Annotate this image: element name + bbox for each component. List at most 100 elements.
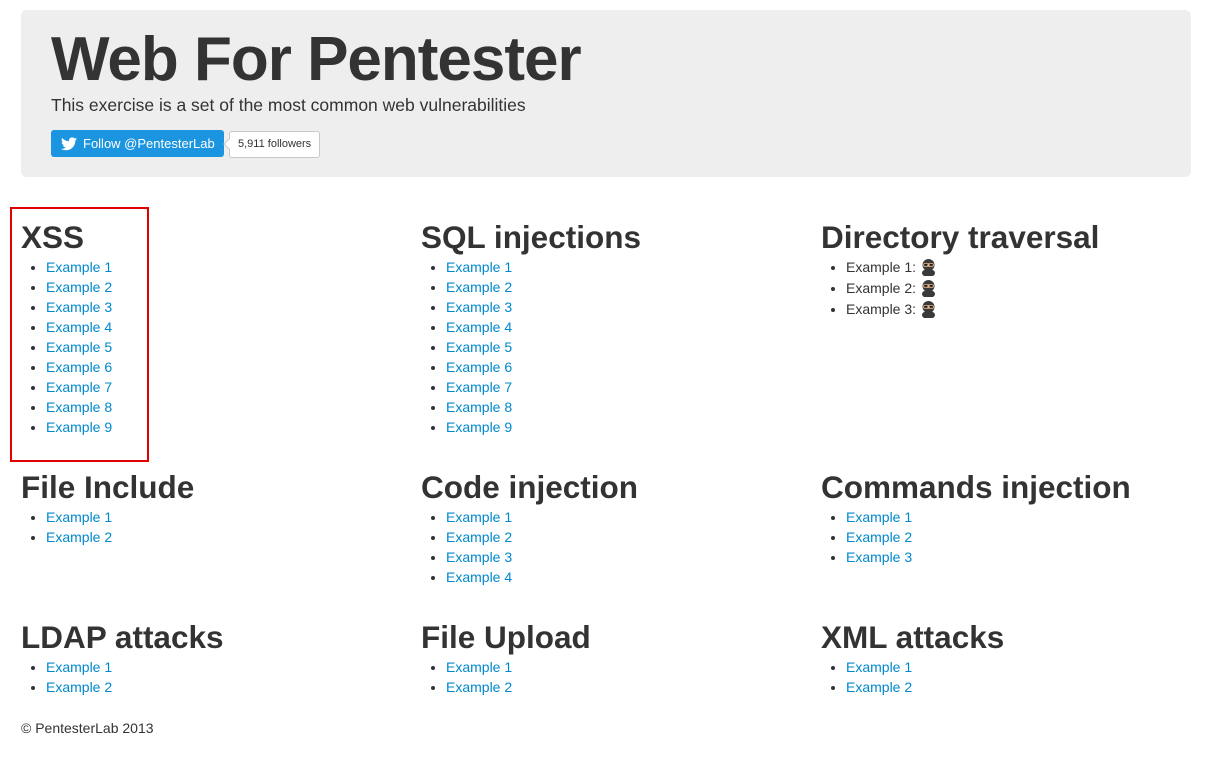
list-item: Example 1 [446,507,801,527]
list-item: Example 4 [446,317,801,337]
section-code-injection: Code injection Example 1 Example 2 Examp… [421,467,801,587]
list-item: Example 8 [46,397,401,417]
list-item: Example 2 [846,527,1201,547]
ninja-icon[interactable] [921,279,936,298]
file-include-example-link[interactable]: Example 1 [46,509,112,525]
ldap-example-link[interactable]: Example 1 [46,659,112,675]
list-item: Example 9 [46,417,401,437]
sql-example-link[interactable]: Example 1 [446,259,512,275]
list-item: Example 4 [46,317,401,337]
section-title-xml-attacks: XML attacks [821,619,1005,655]
page-title: Web For Pentester [51,25,582,94]
file-upload-example-link[interactable]: Example 2 [446,679,512,695]
sql-examples-list: Example 1 Example 2 Example 3 Example 4 … [421,257,801,437]
xss-example-link[interactable]: Example 9 [46,419,112,435]
file-upload-list: Example 1 Example 2 [421,657,801,697]
section-file-upload: File Upload Example 1 Example 2 [421,617,801,697]
xss-example-link[interactable]: Example 6 [46,359,112,375]
xml-example-link[interactable]: Example 2 [846,679,912,695]
section-commands-injection: Commands injection Example 1 Example 2 E… [821,467,1201,567]
ninja-icon[interactable] [921,258,936,277]
file-include-list: Example 1 Example 2 [21,507,401,547]
sql-example-link[interactable]: Example 5 [446,339,512,355]
section-title-file-include: File Include [21,469,195,505]
sql-example-link[interactable]: Example 8 [446,399,512,415]
section-title-code-injection: Code injection [421,469,639,505]
twitter-bird-icon [61,136,77,150]
section-directory-traversal: Directory traversal Example 1: Example 2… [821,217,1201,320]
code-injection-example-link[interactable]: Example 1 [446,509,512,525]
list-item: Example 3 [46,297,401,317]
sql-example-link[interactable]: Example 2 [446,279,512,295]
page-subtitle: This exercise is a set of the most commo… [51,95,526,115]
xml-attacks-list: Example 1 Example 2 [821,657,1201,697]
section-ldap-attacks: LDAP attacks Example 1 Example 2 [21,617,401,697]
list-item: Example 2 [46,277,401,297]
section-title-xss: XSS [21,219,85,255]
xss-example-link[interactable]: Example 7 [46,379,112,395]
section-title-directory-traversal: Directory traversal [821,219,1100,255]
code-injection-example-link[interactable]: Example 2 [446,529,512,545]
xss-example-link[interactable]: Example 3 [46,299,112,315]
xss-example-link[interactable]: Example 8 [46,399,112,415]
followers-count-bubble[interactable]: 5,911 followers [229,131,321,158]
section-title-sql-injections: SQL injections [421,219,641,255]
list-item: Example 5 [446,337,801,357]
section-xml-attacks: XML attacks Example 1 Example 2 [821,617,1201,697]
list-item: Example 1 [46,507,401,527]
twitter-follow-button[interactable]: Follow @PentesterLab [51,130,224,157]
code-injection-example-link[interactable]: Example 3 [446,549,512,565]
list-item: Example 1 [46,657,401,677]
code-injection-example-link[interactable]: Example 4 [446,569,512,585]
list-item: Example 9 [446,417,801,437]
list-item: Example 3 [846,547,1201,567]
list-item: Example 1: [846,257,1201,278]
list-item: Example 1 [446,257,801,277]
directory-traversal-list: Example 1: Example 2: Example 3: [821,257,1201,320]
sql-example-link[interactable]: Example 6 [446,359,512,375]
section-sql-injections: SQL injections Example 1 Example 2 Examp… [421,217,801,437]
list-item: Example 6 [46,357,401,377]
list-item: Example 2 [446,527,801,547]
list-item: Example 7 [46,377,401,397]
section-xss: XSS Example 1 Example 2 Example 3 Exampl… [21,217,401,437]
list-item: Example 8 [446,397,801,417]
directory-traversal-example-label: Example 1: [846,259,917,275]
sql-example-link[interactable]: Example 3 [446,299,512,315]
directory-traversal-example-label: Example 3: [846,301,917,317]
list-item: Example 2 [446,677,801,697]
hero-unit: Web For Pentester This exercise is a set… [21,10,1191,177]
list-item: Example 4 [446,567,801,587]
xss-example-link[interactable]: Example 4 [46,319,112,335]
file-include-example-link[interactable]: Example 2 [46,529,112,545]
sql-example-link[interactable]: Example 4 [446,319,512,335]
xss-example-link[interactable]: Example 5 [46,339,112,355]
xss-example-link[interactable]: Example 2 [46,279,112,295]
ldap-attacks-list: Example 1 Example 2 [21,657,401,697]
list-item: Example 2 [446,277,801,297]
file-upload-example-link[interactable]: Example 1 [446,659,512,675]
sql-example-link[interactable]: Example 9 [446,419,512,435]
xss-example-link[interactable]: Example 1 [46,259,112,275]
commands-injection-list: Example 1 Example 2 Example 3 [821,507,1201,567]
section-title-file-upload: File Upload [421,619,591,655]
list-item: Example 1 [446,657,801,677]
footer-copyright: © PentesterLab 2013 [21,720,154,736]
directory-traversal-example-label: Example 2: [846,280,917,296]
commands-injection-example-link[interactable]: Example 3 [846,549,912,565]
xml-example-link[interactable]: Example 1 [846,659,912,675]
list-item: Example 1 [846,657,1201,677]
commands-injection-example-link[interactable]: Example 1 [846,509,912,525]
follow-button-label: Follow @PentesterLab [83,136,215,151]
ldap-example-link[interactable]: Example 2 [46,679,112,695]
sql-example-link[interactable]: Example 7 [446,379,512,395]
xss-examples-list: Example 1 Example 2 Example 3 Example 4 … [21,257,401,437]
list-item: Example 2 [846,677,1201,697]
list-item: Example 1 [846,507,1201,527]
list-item: Example 3 [446,547,801,567]
ninja-icon[interactable] [921,300,936,319]
list-item: Example 2 [46,527,401,547]
section-title-ldap-attacks: LDAP attacks [21,619,224,655]
commands-injection-example-link[interactable]: Example 2 [846,529,912,545]
list-item: Example 1 [46,257,401,277]
